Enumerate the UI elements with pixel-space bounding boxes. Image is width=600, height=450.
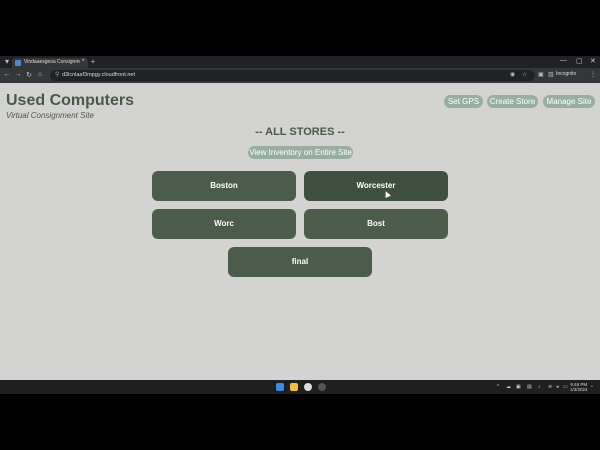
- store-button-worcester[interactable]: Worcester: [304, 171, 448, 201]
- store-button-bost[interactable]: Bost: [304, 209, 448, 239]
- incognito-badge[interactable]: Incognito: [556, 71, 576, 77]
- tray-app2-icon[interactable]: ▤: [527, 384, 532, 390]
- tray-chevron-icon[interactable]: ^: [497, 384, 499, 390]
- close-window-icon[interactable]: ✕: [590, 57, 596, 65]
- store-button-boston[interactable]: Boston: [152, 171, 296, 201]
- tab-close-icon[interactable]: ×: [81, 58, 85, 64]
- start-icon[interactable]: [276, 383, 284, 391]
- chrome-icon[interactable]: [304, 383, 312, 391]
- volume-icon[interactable]: ◂: [556, 384, 559, 390]
- store-button-final[interactable]: final: [228, 247, 372, 277]
- site-title: Used Computers: [6, 92, 135, 109]
- microphone-icon[interactable]: ♪: [538, 384, 541, 390]
- forward-icon[interactable]: →: [14, 71, 22, 78]
- back-icon[interactable]: ←: [3, 71, 11, 78]
- notification-bell-icon[interactable]: ◔: [590, 384, 593, 390]
- address-bar[interactable]: ⚲ d3lcnlaaf3mpgy.cloudfront.net ◉ ☆: [50, 70, 535, 81]
- view-inventory-button[interactable]: View Inventory on Entire Site: [248, 146, 353, 159]
- app-icon[interactable]: [318, 383, 326, 391]
- site-info-icon[interactable]: ⚲: [55, 71, 59, 78]
- screen: ▾ Vindaaesgesa Consignment × + — ▢ ✕ ← →…: [0, 0, 600, 450]
- windows-taskbar: ^ ☁ ▣ ▤ ♪ ≋ ◂ ▭ 9:46 PM 1/3/2024 ◔: [0, 380, 600, 394]
- manage-site-button[interactable]: Manage Site: [543, 95, 595, 108]
- reload-icon[interactable]: ↻: [25, 71, 33, 79]
- minimize-icon[interactable]: —: [560, 57, 567, 64]
- wifi-icon[interactable]: ≋: [548, 384, 552, 390]
- web-page: Used Computers Virtual Consignment Site …: [0, 83, 600, 380]
- tab-title: Vindaaesgesa Consignment: [24, 59, 80, 65]
- menu-icon[interactable]: ⋮: [590, 71, 596, 78]
- new-tab-button[interactable]: +: [88, 57, 98, 67]
- maximize-icon[interactable]: ▢: [576, 57, 583, 65]
- onedrive-icon[interactable]: ☁: [506, 384, 511, 390]
- location-icon[interactable]: ◉: [510, 71, 515, 78]
- browser-tab[interactable]: Vindaaesgesa Consignment ×: [12, 58, 88, 68]
- site-favicon-icon: [15, 60, 21, 66]
- address-url: d3lcnlaaf3mpgy.cloudfront.net: [62, 72, 135, 78]
- all-stores-heading: -- ALL STORES --: [255, 126, 345, 138]
- store-button-worc[interactable]: Worc: [152, 209, 296, 239]
- clock-date: 1/3/2024: [570, 387, 588, 392]
- extensions-icon[interactable]: ▣: [538, 71, 544, 78]
- battery-icon[interactable]: ▭: [563, 384, 568, 390]
- home-icon[interactable]: ⌂: [36, 71, 44, 78]
- browser-toolbar: ← → ↻ ⌂ ⚲ d3lcnlaaf3mpgy.cloudfront.net …: [0, 68, 600, 83]
- tab-search-icon[interactable]: ▾: [2, 57, 12, 67]
- set-gps-button[interactable]: Set GPS: [444, 95, 483, 108]
- site-subtitle: Virtual Consignment Site: [6, 111, 94, 120]
- file-explorer-icon[interactable]: [290, 383, 298, 391]
- tray-app-icon[interactable]: ▣: [516, 384, 521, 390]
- create-store-button[interactable]: Create Store: [487, 95, 538, 108]
- side-panel-icon[interactable]: ▥: [548, 71, 554, 78]
- bookmark-star-icon[interactable]: ☆: [522, 71, 527, 78]
- browser-tab-bar: ▾ Vindaaesgesa Consignment × + — ▢ ✕: [0, 56, 600, 68]
- system-clock[interactable]: 9:46 PM 1/3/2024: [570, 382, 588, 392]
